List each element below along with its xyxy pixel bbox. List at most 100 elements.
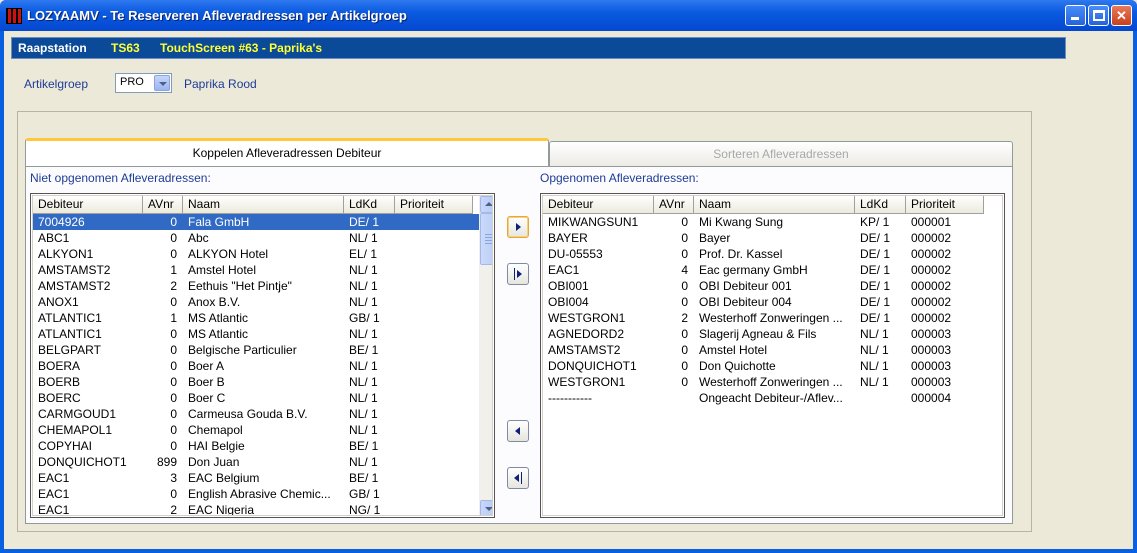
add-all-button[interactable]: [507, 263, 529, 285]
table-cell: BOERB: [38, 375, 81, 389]
table-row[interactable]: ABC1 0 Abc NL/ 1: [33, 230, 492, 246]
table-row[interactable]: CARMGOUD1 0 Carmeusa Gouda B.V. NL/ 1: [33, 406, 492, 422]
table-row[interactable]: DONQUICHOT1 0 Don Quichotte NL/ 1 000003: [543, 358, 1002, 374]
table-cell: MIKWANGSUN1: [548, 215, 639, 229]
artikelgroep-value: PRO: [120, 76, 144, 88]
maximize-icon: [1093, 10, 1105, 21]
table-cell: -----------: [548, 391, 592, 405]
table-row[interactable]: OBI004 0 OBI Debiteur 004 DE/ 1 000002: [543, 294, 1002, 310]
table-row[interactable]: AGNEDORD2 0 Slagerij Agneau & Fils NL/ 1 000…: [543, 326, 1002, 342]
table-row[interactable]: BOERB 0 Boer B NL/ 1: [33, 374, 492, 390]
table-row[interactable]: CHEMAPOL1 0 Chemapol NL/ 1: [33, 422, 492, 438]
table-cell: [395, 390, 473, 406]
table-cell: AMSTAMST2: [38, 279, 111, 293]
table-row[interactable]: ALKYON1 0 ALKYON Hotel EL/ 1: [33, 246, 492, 262]
raapstation-bar: Raapstation TS63 TouchScreen #63 - Papri…: [11, 37, 1066, 59]
table-row[interactable]: BELGPART 0 Belgische Particulier BE/ 1: [33, 342, 492, 358]
table-cell: [395, 470, 473, 486]
add-selected-button[interactable]: [507, 216, 529, 238]
table-row[interactable]: ATLANTIC1 1 MS Atlantic GB/ 1: [33, 310, 492, 326]
table-cell: 0: [681, 247, 688, 261]
maximize-button[interactable]: [1088, 5, 1109, 26]
table-row[interactable]: MIKWANGSUN1 0 Mi Kwang Sung KP/ 1 000001: [543, 214, 1002, 230]
table-row[interactable]: COPYHAI 0 HAI Belgie BE/ 1: [33, 438, 492, 454]
table-row[interactable]: DU-05553 0 Prof. Dr. Kassel DE/ 1 000002: [543, 246, 1002, 262]
table-row[interactable]: ANOX1 0 Anox B.V. NL/ 1: [33, 294, 492, 310]
table-cell: [395, 310, 473, 326]
table-row[interactable]: DONQUICHOT1 899 Don Juan NL/ 1: [33, 454, 492, 470]
table-cell: ATLANTIC1: [38, 311, 102, 325]
chevron-down-icon[interactable]: [154, 75, 170, 91]
column-header[interactable]: Naam: [183, 196, 344, 214]
table-row[interactable]: BAYER 0 Bayer DE/ 1 000002: [543, 230, 1002, 246]
table-row[interactable]: WESTGRON1 2 Westerhoff Zonweringen ... DE/ …: [543, 310, 1002, 326]
raapstation-code: TS63: [111, 41, 140, 55]
artikelgroep-select[interactable]: PRO: [115, 73, 172, 93]
table-row[interactable]: ----------- Ongeacht Debiteur-/Aflev... 00…: [543, 390, 1002, 406]
table-cell: Eethuis "Het Pintje": [188, 279, 292, 293]
vertical-scrollbar[interactable]: [479, 196, 492, 515]
table-cell: [395, 294, 473, 310]
table-cell: BE/ 1: [349, 439, 379, 453]
table-cell: NL/ 1: [349, 391, 378, 405]
opgenomen-list[interactable]: Debiteur AVnr Naam LdKd Prioriteit MIKWA…: [540, 193, 1005, 518]
table-cell: Mi Kwang Sung: [699, 215, 784, 229]
niet-opgenomen-list[interactable]: Debiteur AVnr Naam LdKd Prioriteit 70049…: [30, 193, 495, 518]
table-cell: English Abrasive Chemic...: [188, 487, 331, 501]
column-header[interactable]: LdKd: [855, 196, 906, 214]
close-button[interactable]: ✕: [1111, 5, 1132, 26]
table-cell: DE/ 1: [349, 215, 380, 229]
table-cell: EL/ 1: [349, 247, 378, 261]
table-cell: NL/ 1: [860, 327, 889, 341]
table-row[interactable]: AMSTAMST2 0 Amstel Hotel NL/ 1 000003: [543, 342, 1002, 358]
table-cell: Ongeacht Debiteur-/Aflev...: [699, 391, 843, 405]
table-row[interactable]: EAC1 4 Eac germany GmbH DE/ 1 000002: [543, 262, 1002, 278]
table-row[interactable]: AMSTAMST2 2 Eethuis "Het Pintje" NL/ 1: [33, 278, 492, 294]
remove-all-button[interactable]: [507, 467, 529, 489]
table-row[interactable]: EAC1 3 EAC Belgium BE/ 1: [33, 470, 492, 486]
column-header[interactable]: Debiteur: [33, 196, 143, 214]
table-cell: DE/ 1: [860, 231, 891, 245]
remove-selected-button[interactable]: [507, 420, 529, 442]
table-row[interactable]: EAC1 0 English Abrasive Chemic... GB/ 1: [33, 486, 492, 502]
table-cell: 0: [170, 247, 177, 261]
window-title: LOZYAAMV - Te Reserveren Afleveradressen…: [27, 8, 407, 23]
table-cell: ALKYON Hotel: [188, 247, 269, 261]
tab-sorteren[interactable]: Sorteren Afleveradressen: [549, 141, 1013, 167]
table-cell: 0: [170, 343, 177, 357]
column-header[interactable]: Prioriteit: [906, 196, 984, 214]
column-header[interactable]: AVnr: [143, 196, 183, 214]
table-cell: Boer C: [188, 391, 226, 405]
table-row[interactable]: ATLANTIC1 0 MS Atlantic NL/ 1: [33, 326, 492, 342]
table-cell: 000002: [911, 263, 952, 277]
column-header[interactable]: Naam: [694, 196, 855, 214]
table-row[interactable]: EAC1 2 EAC Nigeria NG/ 1: [33, 502, 492, 515]
column-header[interactable]: Debiteur: [543, 196, 654, 214]
table-row[interactable]: WESTGRON1 0 Westerhoff Zonweringen ... NL/ …: [543, 374, 1002, 390]
table-row[interactable]: OBI001 0 OBI Debiteur 001 DE/ 1 000002: [543, 278, 1002, 294]
table-row[interactable]: BOERC 0 Boer C NL/ 1: [33, 390, 492, 406]
table-row[interactable]: AMSTAMST2 1 Amstel Hotel NL/ 1: [33, 262, 492, 278]
scroll-down-icon[interactable]: [480, 500, 492, 515]
title-bar[interactable]: LOZYAAMV - Te Reserveren Afleveradressen…: [0, 0, 1137, 31]
app-icon[interactable]: [6, 8, 22, 24]
table-cell: DE/ 1: [860, 295, 891, 309]
column-header[interactable]: LdKd: [344, 196, 395, 214]
scroll-thumb[interactable]: [480, 213, 492, 265]
table-cell: ATLANTIC1: [38, 327, 102, 341]
table-cell: ANOX1: [38, 295, 79, 309]
table-cell: 0: [681, 375, 688, 389]
scroll-up-icon[interactable]: [480, 196, 492, 213]
table-cell: 000002: [911, 231, 952, 245]
column-header[interactable]: Prioriteit: [395, 196, 473, 214]
tab-koppelen[interactable]: Koppelen Afleveradressen Debiteur: [25, 138, 549, 167]
arrow-left-icon: [515, 427, 520, 435]
left-list-header: Debiteur AVnr Naam LdKd Prioriteit: [33, 196, 473, 214]
table-cell: EAC Belgium: [188, 471, 260, 485]
table-cell: 000003: [911, 375, 952, 389]
column-header[interactable]: AVnr: [654, 196, 694, 214]
table-row[interactable]: 7004926 0 Fala GmbH DE/ 1: [33, 214, 492, 230]
table-row[interactable]: BOERA 0 Boer A NL/ 1: [33, 358, 492, 374]
table-cell: GB/ 1: [349, 311, 380, 325]
minimize-button[interactable]: [1065, 5, 1086, 26]
